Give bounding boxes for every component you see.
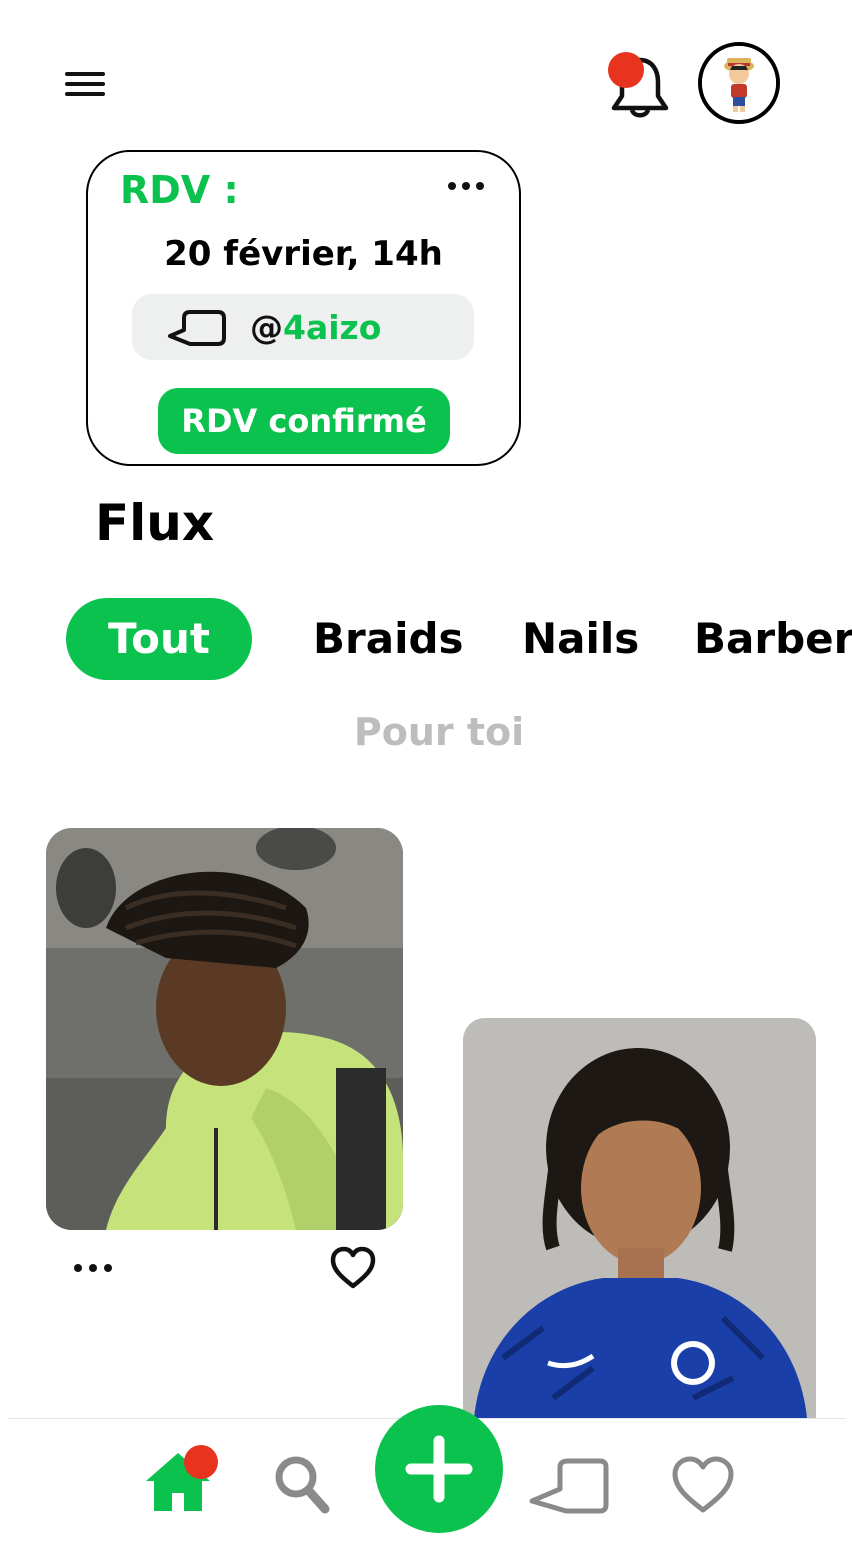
tab-nails[interactable]: Nails [522,598,639,680]
twists-photo [463,1018,816,1438]
tab-barber[interactable]: Barber [694,598,852,680]
bottom-nav [8,1405,846,1567]
more-dot [476,182,484,190]
menu-line [65,72,105,76]
appointment-handle: @4aizo [250,308,381,347]
appointment-date: 20 février, 14h [164,234,443,274]
avatar[interactable] [698,42,780,124]
menu-button[interactable] [62,68,108,102]
avatar-image [702,46,776,120]
heart-icon [672,1456,734,1513]
nav-search[interactable] [272,1453,332,1515]
chat-bubble-icon [529,1458,609,1514]
tab-braids[interactable]: Braids [313,598,464,680]
appointment-more-button[interactable] [444,170,488,200]
appointment-user-chip[interactable]: @4aizo [132,294,474,360]
appointment-card[interactable]: RDV : 20 février, 14h @4aizo RDV confirm… [86,150,521,466]
appointment-title: RDV : [120,168,239,212]
home-badge [184,1445,218,1479]
handle-prefix: @ [250,308,283,347]
notification-dot [608,52,644,88]
appointment-status-badge[interactable]: RDV confirmé [158,388,450,454]
post-image[interactable] [463,1018,816,1438]
plus-icon [405,1435,473,1503]
tab-tout[interactable]: Tout [66,598,252,680]
post-image[interactable] [46,828,403,1230]
menu-line [65,82,105,86]
more-dot [462,182,470,190]
more-dot [104,1264,112,1272]
menu-line [65,92,105,96]
create-post-button[interactable] [375,1405,503,1533]
more-dot [74,1264,82,1272]
like-button[interactable] [330,1246,376,1290]
heart-icon [330,1246,376,1289]
nav-home[interactable] [144,1445,218,1513]
section-label: Pour toi [353,710,525,754]
notifications-button[interactable] [604,50,676,120]
search-icon [275,1456,330,1514]
page-title: Flux [95,494,215,552]
handle-name: 4aizo [283,308,382,347]
chat-bubble-icon [168,310,226,346]
more-dot [448,182,456,190]
nav-messages[interactable] [528,1457,612,1515]
post-more-button[interactable] [70,1254,116,1282]
nav-likes[interactable] [670,1455,736,1515]
braids-photo [46,828,403,1230]
more-dot [89,1264,97,1272]
